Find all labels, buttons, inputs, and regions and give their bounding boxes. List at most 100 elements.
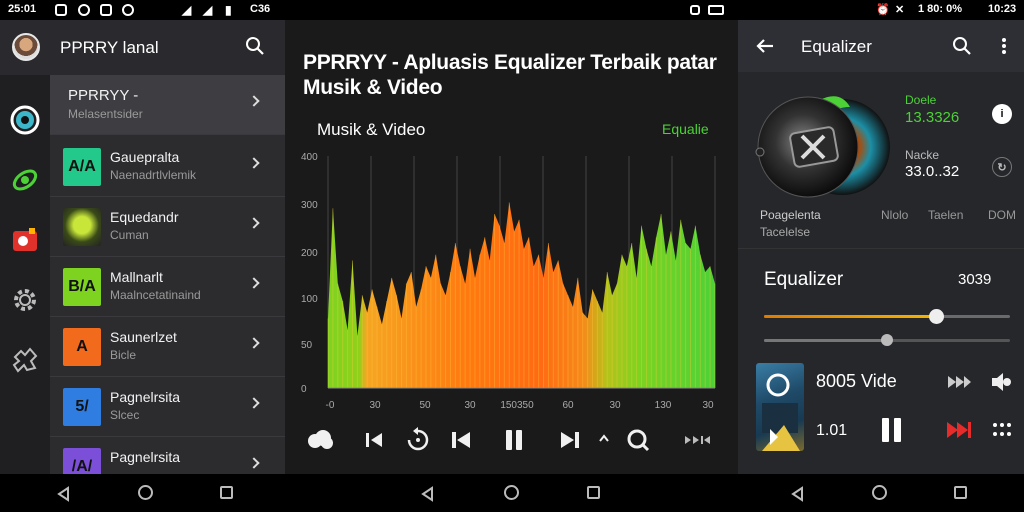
- back-arrow-icon[interactable]: [756, 38, 774, 54]
- home-nav-icon[interactable]: [872, 485, 887, 500]
- stat1-label: Doele: [905, 93, 937, 107]
- system-nav-bar: [0, 474, 1024, 512]
- info-icon[interactable]: i: [992, 104, 1012, 124]
- gear-icon[interactable]: [10, 285, 40, 315]
- stat1-value: 13.3326: [905, 109, 960, 126]
- left-panel: PPRRY lanal PPRRYY - Melasentsider A/A G…: [0, 20, 285, 474]
- list-item[interactable]: Equedandr Cuman: [50, 197, 285, 257]
- nav-rail: [0, 75, 50, 474]
- replay-icon[interactable]: [405, 426, 431, 454]
- wifi-call-icon: [122, 4, 134, 16]
- caret-up-icon[interactable]: [597, 426, 611, 454]
- info-mid: Nlolo: [881, 208, 909, 222]
- app-thumbnail: A: [63, 328, 101, 366]
- fast-forward-icon[interactable]: [946, 374, 972, 390]
- chat-icon: [78, 4, 90, 16]
- skip-back-icon[interactable]: [363, 426, 385, 454]
- battery-small-icon: [708, 5, 724, 15]
- mute-icon: ✕: [895, 4, 905, 16]
- x-tick-label: 30: [464, 400, 476, 411]
- app-thumbnail: 5/: [63, 388, 101, 426]
- slider-knob[interactable]: [929, 309, 945, 324]
- cast-icon: [690, 5, 700, 15]
- status-time-left: 25:01: [8, 3, 37, 15]
- x-tick-label: 130: [655, 400, 672, 411]
- satellite-icon[interactable]: [10, 165, 40, 195]
- recents-nav-icon[interactable]: [954, 486, 967, 499]
- list-item-subtitle: Bicle: [110, 348, 137, 362]
- home-nav-icon[interactable]: [504, 485, 519, 500]
- alarm-icon: ⏰: [876, 4, 890, 16]
- chevron-right-icon: [248, 217, 260, 229]
- right-panel: Equalizer Doele 13.3326 Nacke 33.0..32 i…: [738, 20, 1024, 474]
- pause-icon[interactable]: [503, 426, 525, 454]
- status-time-right: 10:23: [988, 3, 1017, 15]
- chevron-right-icon: [248, 157, 260, 169]
- list-item[interactable]: 5/ Pagnelrsita Slcec: [50, 377, 285, 437]
- home-nav-icon[interactable]: [138, 485, 153, 500]
- back-nav-icon[interactable]: [790, 486, 804, 502]
- slider-fill: [764, 315, 937, 318]
- search-icon[interactable]: [952, 36, 972, 56]
- list-item-title: Equedandr: [110, 209, 179, 225]
- pause-icon[interactable]: [880, 416, 904, 444]
- sync-icon[interactable]: ↻: [992, 157, 1012, 177]
- battery-icon: ▮: [225, 3, 232, 17]
- album-art[interactable]: [756, 363, 804, 451]
- back-nav-icon[interactable]: [56, 486, 70, 502]
- volume-icon[interactable]: [990, 372, 1012, 392]
- x-tick-label: 60: [562, 400, 574, 411]
- list-item-title: Pagnelrsita: [110, 389, 181, 405]
- x-tick-label: -0: [326, 400, 335, 411]
- avatar[interactable]: [12, 33, 40, 61]
- app-thumbnail: A/A: [63, 148, 101, 186]
- list-item[interactable]: B/A Mallnarlt Maalncetatinaind: [50, 257, 285, 317]
- recents-nav-icon[interactable]: [220, 486, 233, 499]
- notification-icon: [100, 4, 112, 16]
- recents-nav-icon[interactable]: [587, 486, 600, 499]
- slider-knob[interactable]: [881, 334, 893, 346]
- list-item-subtitle: Cuman: [110, 228, 149, 242]
- y-tick-label: 100: [301, 294, 318, 305]
- list-item[interactable]: /A/ Pagnelrsita: [50, 437, 285, 474]
- chart-label: Musik & Video: [317, 120, 426, 139]
- fast-forward-icon[interactable]: [683, 426, 713, 454]
- next-icon[interactable]: [558, 426, 582, 454]
- x-tick-label: 30: [609, 400, 621, 411]
- eye-ring-icon[interactable]: [10, 105, 40, 135]
- cloud-icon[interactable]: [305, 426, 335, 454]
- right-header-title: Equalizer: [801, 37, 872, 56]
- chart-tag[interactable]: Equalie: [662, 121, 709, 137]
- search-icon[interactable]: [245, 36, 265, 56]
- x-tick-label: 30: [369, 400, 381, 411]
- chevron-right-icon: [248, 277, 260, 289]
- more-vert-icon[interactable]: [1002, 38, 1006, 54]
- search-icon[interactable]: [625, 426, 651, 454]
- puzzle-icon[interactable]: [10, 345, 40, 375]
- equalizer-slider-1[interactable]: [764, 309, 1010, 324]
- list-item[interactable]: A Saunerlzet Bicle: [50, 317, 285, 377]
- equalizer-slider-2[interactable]: [764, 334, 1010, 346]
- equalizer-section: Equalizer 3039: [738, 248, 1024, 348]
- y-tick-label: 0: [301, 384, 307, 395]
- playback-controls: [285, 420, 738, 460]
- mini-player: 8005 Vide 1.01: [738, 360, 1024, 474]
- x-tick-label: 50: [419, 400, 431, 411]
- stat2-label: Nacke: [905, 148, 940, 162]
- photo-icon: [55, 4, 67, 16]
- apple-icon[interactable]: [10, 225, 40, 255]
- list-item-active[interactable]: PPRRYY - Melasentsider: [50, 75, 285, 135]
- skip-forward-icon[interactable]: [946, 420, 972, 440]
- list-item[interactable]: A/A Gauepralta Naenadrtlvlemik: [50, 137, 285, 197]
- player-title: 8005 Vide: [816, 371, 897, 391]
- grid-dots-icon[interactable]: [992, 422, 1012, 438]
- info-left-1: Poagelenta: [760, 208, 821, 222]
- left-header: PPRRY lanal: [0, 20, 285, 75]
- y-tick-label: 50: [301, 340, 313, 351]
- back-nav-icon[interactable]: [420, 486, 434, 502]
- info-mid-2: Taelen: [928, 208, 964, 222]
- left-header-title: PPRRY lanal: [60, 38, 159, 57]
- app-list: PPRRYY - Melasentsider A/A Gauepralta Na…: [50, 75, 285, 474]
- signal-icon: ◢: [182, 3, 192, 17]
- prev-icon[interactable]: [449, 426, 473, 454]
